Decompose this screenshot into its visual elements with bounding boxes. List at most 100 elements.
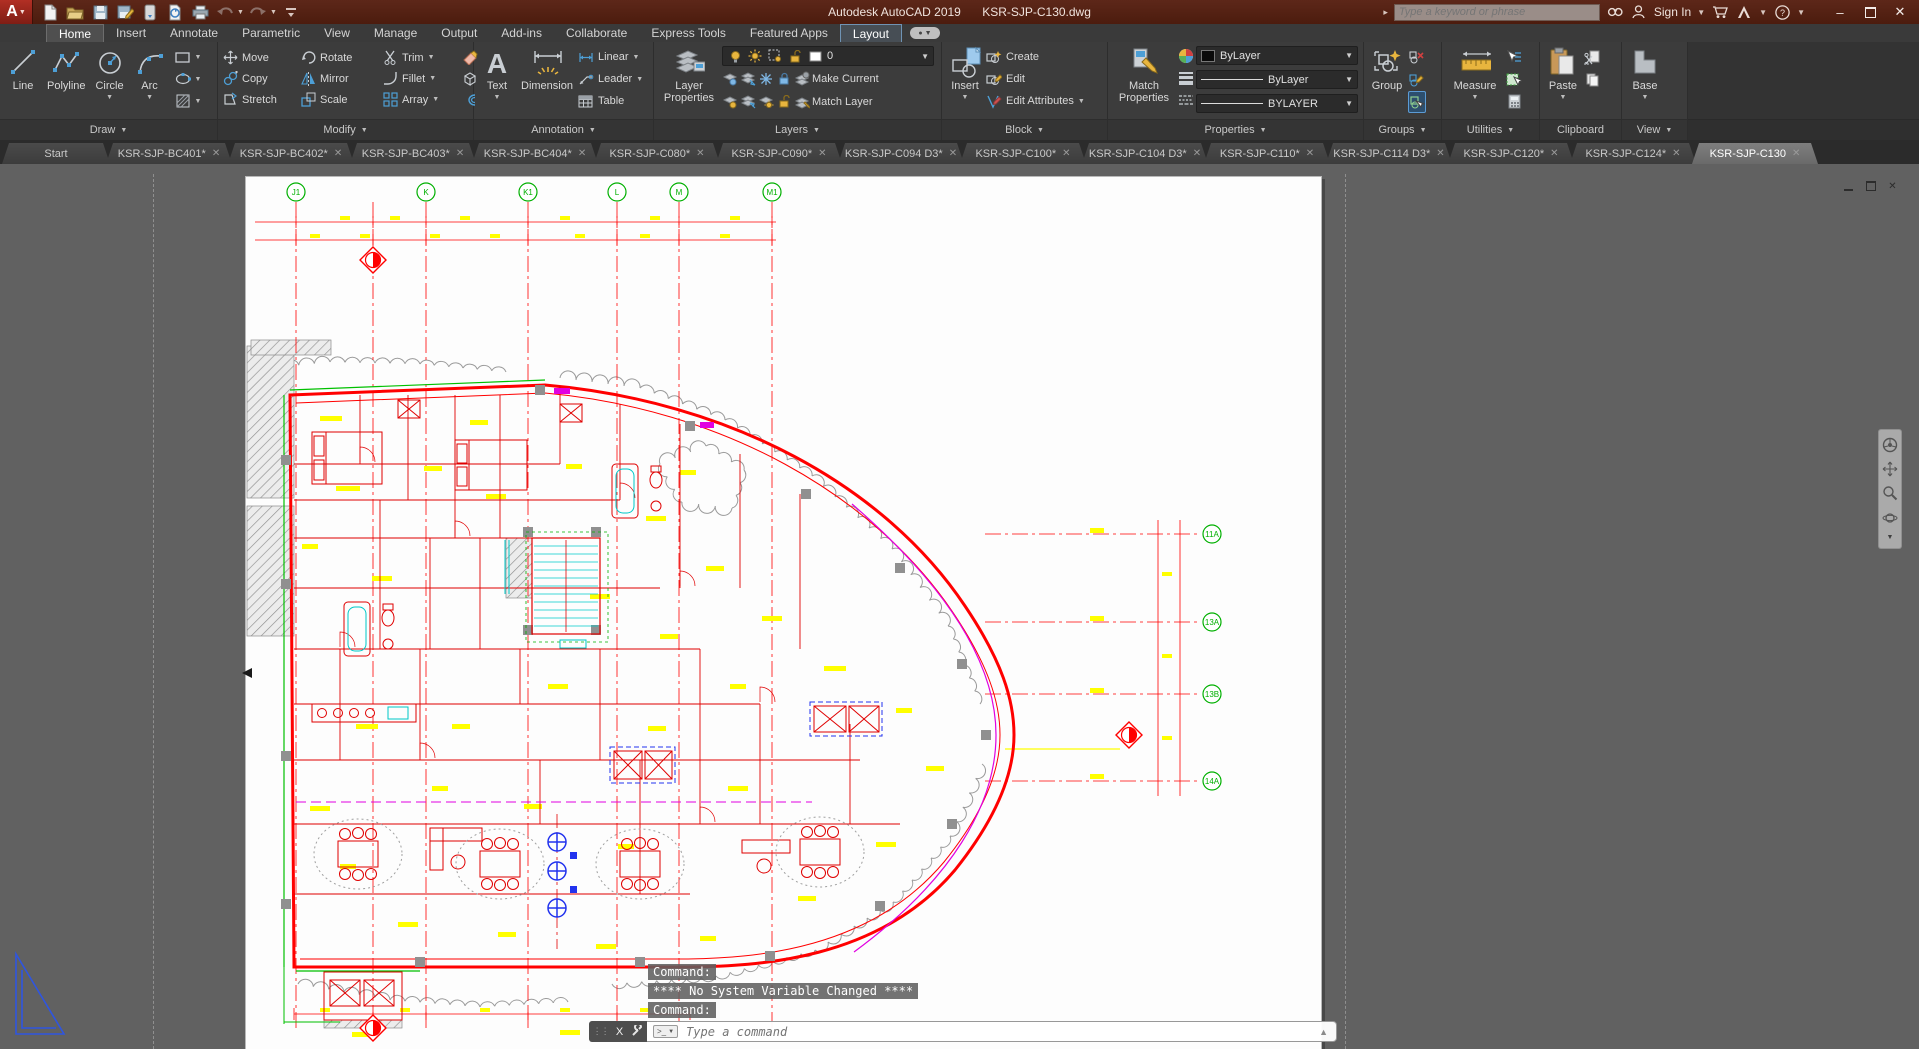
command-input[interactable] xyxy=(684,1023,1312,1040)
command-close-icon[interactable]: X xyxy=(616,1026,623,1038)
command-bar[interactable]: ⋮⋮ X >_▼ ▲ xyxy=(589,1021,1337,1042)
layer-thaw-icon[interactable] xyxy=(747,48,763,64)
match-layer-icon[interactable] xyxy=(794,94,810,110)
panel-label-clipboard[interactable]: Clipboard xyxy=(1540,119,1621,140)
app-store-cart-icon[interactable] xyxy=(1711,4,1729,20)
quick-select-button[interactable] xyxy=(1506,47,1522,67)
file-tab-close-icon[interactable]: ✕ xyxy=(1792,148,1800,159)
file-tab-start[interactable]: Start xyxy=(2,143,110,164)
copy-clip-button[interactable] xyxy=(1584,69,1600,89)
layer-select-caret-icon[interactable]: ▼ xyxy=(921,52,929,61)
layer-freeze-icon[interactable] xyxy=(758,71,774,87)
save-as-icon[interactable] xyxy=(114,2,136,22)
panel-label-annotation[interactable]: Annotation ▼ xyxy=(474,119,653,140)
drawing-area[interactable]: J1 K K1 L M M1 11A 13A 13B 14A ✕ ▼ Command: **** N… xyxy=(0,164,1919,1049)
group-edit-button[interactable] xyxy=(1408,69,1426,89)
file-tab-ksr-sjp-c094-d3[interactable]: KSR-SJP-C094 D3* ✕ xyxy=(838,143,964,164)
panel-label-properties[interactable]: Properties ▼ xyxy=(1108,119,1363,140)
group-button[interactable]: Group xyxy=(1368,45,1406,93)
layer-unisolate-icon[interactable] xyxy=(740,94,756,110)
file-tab-ksr-sjp-c110[interactable]: KSR-SJP-C110* ✕ xyxy=(1204,143,1330,164)
ribbon-tab-parametric[interactable]: Parametric xyxy=(230,24,312,42)
layer-on-icon[interactable] xyxy=(727,48,743,64)
redo-icon[interactable] xyxy=(247,2,269,22)
command-prompt-icon[interactable]: >_ ▼ xyxy=(653,1025,679,1038)
array-button[interactable]: Array ▼ xyxy=(382,90,462,110)
linetype-button[interactable] xyxy=(1178,90,1194,110)
ungroup-button[interactable] xyxy=(1408,47,1426,67)
panel-label-draw[interactable]: Draw ▼ xyxy=(0,119,217,140)
plot-icon[interactable] xyxy=(189,2,211,22)
layer-properties-button[interactable]: Layer Properties xyxy=(658,45,720,105)
ribbon-tab-layout[interactable]: Layout xyxy=(839,24,902,42)
layer-isolate-icon[interactable] xyxy=(740,71,756,87)
polyline-button[interactable]: Polyline xyxy=(44,45,89,93)
circle-button[interactable]: Circle ▼ xyxy=(91,45,129,105)
ribbon-tab-featured-apps[interactable]: Featured Apps xyxy=(738,24,840,42)
ribbon-tab-home[interactable]: Home xyxy=(46,24,105,42)
file-tab-ksr-sjp-bc404[interactable]: KSR-SJP-BC404* ✕ xyxy=(472,143,598,164)
layer-select[interactable]: 0 ▼ xyxy=(722,46,934,66)
vp-freeze-icon[interactable] xyxy=(767,48,783,64)
hatch-button[interactable]: ▼ xyxy=(175,91,201,111)
layer-unlock2-icon[interactable] xyxy=(776,94,792,110)
file-tab-close-icon[interactable]: ✕ xyxy=(212,148,220,159)
file-tab-close-icon[interactable]: ✕ xyxy=(949,148,957,159)
leader-button[interactable]: Leader ▼ xyxy=(578,69,643,89)
layer-thaw-all-icon[interactable] xyxy=(758,94,774,110)
file-tab-close-icon[interactable]: ✕ xyxy=(1436,148,1444,159)
panel-label-groups[interactable]: Groups ▼ xyxy=(1364,119,1441,140)
make-current-button[interactable]: Make Current xyxy=(812,73,879,85)
file-tab-close-icon[interactable]: ✕ xyxy=(456,148,464,159)
layer-color-swatch[interactable] xyxy=(807,48,823,64)
search-expander-icon[interactable]: ▸ xyxy=(1383,7,1388,18)
lineweight-select[interactable]: ByLayer ▼ xyxy=(1196,70,1358,89)
linear-button[interactable]: Linear ▼ xyxy=(578,47,643,67)
trim-button[interactable]: Trim ▼ xyxy=(382,48,462,68)
command-customize-icon[interactable] xyxy=(630,1025,643,1038)
cut-button[interactable] xyxy=(1584,47,1600,67)
quick-calc-button[interactable] xyxy=(1506,91,1522,111)
file-tab-close-icon[interactable]: ✕ xyxy=(578,148,586,159)
file-tab-ksr-sjp-c124[interactable]: KSR-SJP-C124* ✕ xyxy=(1570,143,1696,164)
arc-button[interactable]: Arc ▼ xyxy=(131,45,169,105)
file-tab-ksr-sjp-c120[interactable]: KSR-SJP-C120* ✕ xyxy=(1448,143,1574,164)
match-properties-button[interactable]: Match Properties xyxy=(1112,45,1176,105)
file-tab-ksr-sjp-bc401[interactable]: KSR-SJP-BC401* ✕ xyxy=(106,143,232,164)
autodesk-exchange-icon[interactable] xyxy=(1735,4,1753,20)
layer-turn-on-icon[interactable] xyxy=(722,94,738,110)
sign-in-caret-icon[interactable]: ▼ xyxy=(1697,8,1705,17)
ribbon-tab-annotate[interactable]: Annotate xyxy=(158,24,230,42)
base-button[interactable]: Base ▼ xyxy=(1626,45,1664,105)
qat-customize-icon[interactable] xyxy=(280,2,302,22)
file-tab-close-icon[interactable]: ✕ xyxy=(696,148,704,159)
ribbon-tab-insert[interactable]: Insert xyxy=(104,24,158,42)
color-wheel-button[interactable] xyxy=(1178,46,1194,66)
file-tab-close-icon[interactable]: ✕ xyxy=(1062,148,1070,159)
rectangle-button[interactable]: ▼ xyxy=(175,47,201,67)
panel-label-modify[interactable]: Modify ▼ xyxy=(218,119,473,140)
file-tab-close-icon[interactable]: ✕ xyxy=(1672,148,1680,159)
scale-button[interactable]: Scale xyxy=(300,90,382,110)
file-tab-ksr-sjp-c080[interactable]: KSR-SJP-C080* ✕ xyxy=(594,143,720,164)
mirror-button[interactable]: Mirror xyxy=(300,69,382,89)
file-tab-ksr-sjp-c130[interactable]: KSR-SJP-C130 ✕ xyxy=(1692,143,1818,164)
object-color-select[interactable]: ByLayer ▼ xyxy=(1196,46,1358,65)
open-file-icon[interactable] xyxy=(64,2,86,22)
ribbon-tab-manage[interactable]: Manage xyxy=(362,24,429,42)
ribbon-tab-output[interactable]: Output xyxy=(429,24,489,42)
insert-button[interactable]: Insert ▼ xyxy=(946,45,984,105)
sign-in-button[interactable]: Sign In xyxy=(1654,5,1691,19)
table-button[interactable]: Table xyxy=(578,91,643,111)
lineweight-button[interactable] xyxy=(1178,68,1194,88)
panel-label-block[interactable]: Block ▼ xyxy=(942,119,1107,140)
app-menu-button[interactable]: A ▼ xyxy=(0,0,33,24)
save-icon[interactable] xyxy=(89,2,111,22)
exchange-caret-icon[interactable]: ▼ xyxy=(1759,8,1767,17)
file-tab-ksr-sjp-c100[interactable]: KSR-SJP-C100* ✕ xyxy=(960,143,1086,164)
stretch-button[interactable]: Stretch xyxy=(222,90,300,110)
file-tab-ksr-sjp-c114-d3[interactable]: KSR-SJP-C114 D3* ✕ xyxy=(1326,143,1452,164)
undo-icon[interactable] xyxy=(214,2,236,22)
minimize-button[interactable]: – xyxy=(1825,1,1855,23)
panel-label-utilities[interactable]: Utilities ▼ xyxy=(1442,119,1539,140)
